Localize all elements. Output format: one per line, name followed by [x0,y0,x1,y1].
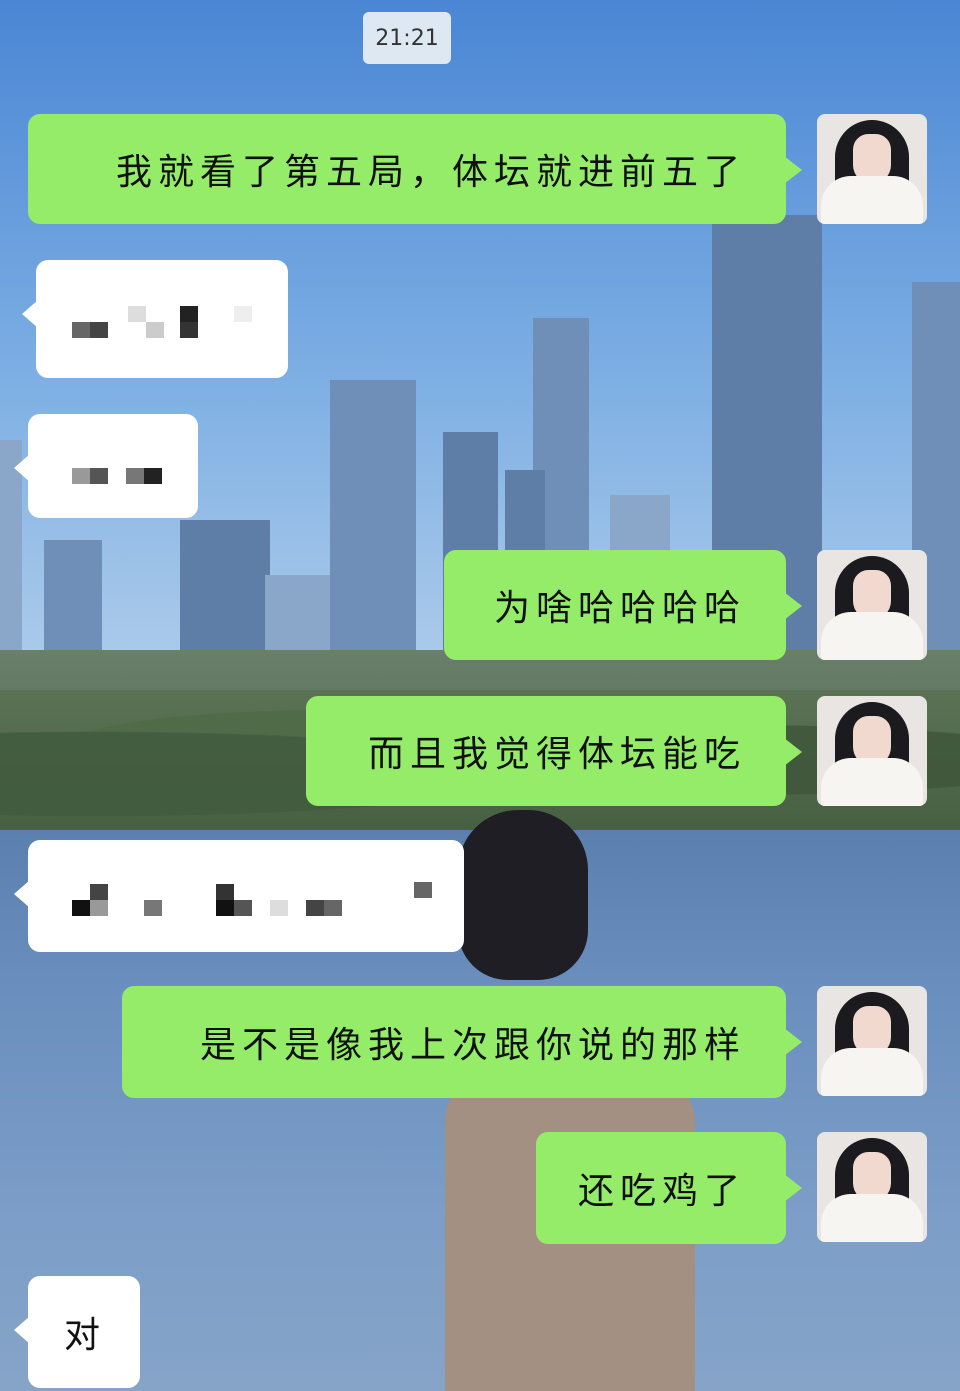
user-avatar-icon[interactable] [817,1132,927,1242]
message-bubble[interactable]: 是不是像我上次跟你说的那样 [122,986,802,1098]
user-avatar-icon[interactable] [817,550,927,660]
redacted-message-bubble[interactable] [14,414,198,518]
redacted-message-bubble[interactable] [22,260,288,378]
user-avatar-icon[interactable] [817,696,927,806]
message-bubble[interactable]: 为啥哈哈哈哈 [444,550,802,660]
message-timestamp: 21:21 [363,12,451,64]
message-bubble[interactable]: 我就看了第五局，体坛就进前五了 [28,114,802,224]
message-bubble[interactable]: 还吃鸡了 [536,1132,802,1244]
user-avatar-icon[interactable] [817,114,927,224]
message-bubble[interactable]: 对 [14,1276,140,1388]
redacted-message-bubble[interactable] [14,840,464,952]
message-bubble[interactable]: 而且我觉得体坛能吃 [306,696,802,806]
user-avatar-icon[interactable] [817,986,927,1096]
